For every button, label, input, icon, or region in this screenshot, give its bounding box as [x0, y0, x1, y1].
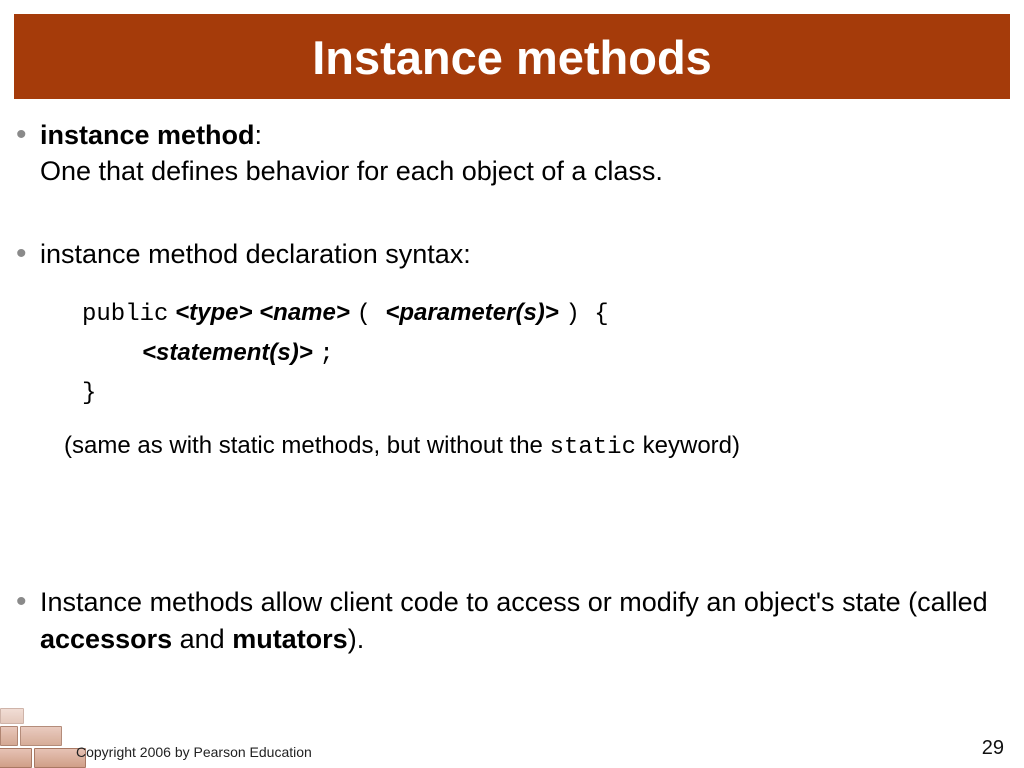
copyright-text: Copyright 2006 by Pearson Education	[76, 744, 312, 760]
paren-open: (	[357, 301, 386, 328]
ph-name: <name>	[259, 299, 350, 326]
note-post: keyword)	[636, 432, 740, 459]
note-pre: (same as with static methods, but withou…	[64, 432, 550, 459]
b3-pre: Instance methods allow client code to ac…	[40, 587, 988, 617]
b3-post: ).	[348, 624, 365, 654]
kw-static: static	[550, 434, 636, 461]
close-brace: }	[82, 380, 96, 407]
brick-icon	[0, 748, 32, 768]
slide-content: instance method: One that defines behavi…	[0, 99, 1024, 657]
bullet-accessors-mutators: Instance methods allow client code to ac…	[22, 584, 996, 657]
syntax-intro: instance method declaration syntax:	[40, 239, 471, 269]
term-accessors: accessors	[40, 624, 172, 654]
term-colon: :	[255, 120, 263, 150]
ph-statements: <statement(s)>	[142, 339, 313, 366]
brick-icon	[0, 726, 18, 746]
code-line-3: }	[82, 373, 996, 412]
kw-public: public	[82, 301, 168, 328]
syntax-note: (same as with static methods, but withou…	[64, 430, 996, 464]
b3-and: and	[172, 624, 232, 654]
brick-icon	[20, 726, 62, 746]
term-instance-method: instance method	[40, 120, 255, 150]
paren-close-brace: ) {	[565, 301, 608, 328]
bullet-definition: instance method: One that defines behavi…	[22, 117, 996, 190]
term-mutators: mutators	[232, 624, 348, 654]
ph-params: <parameter(s)>	[385, 299, 558, 326]
page-number: 29	[982, 737, 1004, 760]
code-line-1: public <type> <name> ( <parameter(s)> ) …	[82, 294, 996, 333]
ph-type: <type>	[175, 299, 252, 326]
code-block: public <type> <name> ( <parameter(s)> ) …	[82, 294, 996, 412]
bullet-syntax: instance method declaration syntax: publ…	[22, 236, 996, 464]
brick-icon	[0, 708, 24, 724]
slide-title: Instance methods	[14, 14, 1010, 99]
bullet-list: instance method: One that defines behavi…	[22, 117, 996, 657]
definition-text: One that defines behavior for each objec…	[40, 156, 663, 186]
slide: Instance methods instance method: One th…	[0, 0, 1024, 768]
footer: Copyright 2006 by Pearson Education 29	[0, 724, 1024, 768]
semicolon: ;	[319, 341, 333, 368]
code-line-2: <statement(s)> ;	[82, 334, 996, 373]
